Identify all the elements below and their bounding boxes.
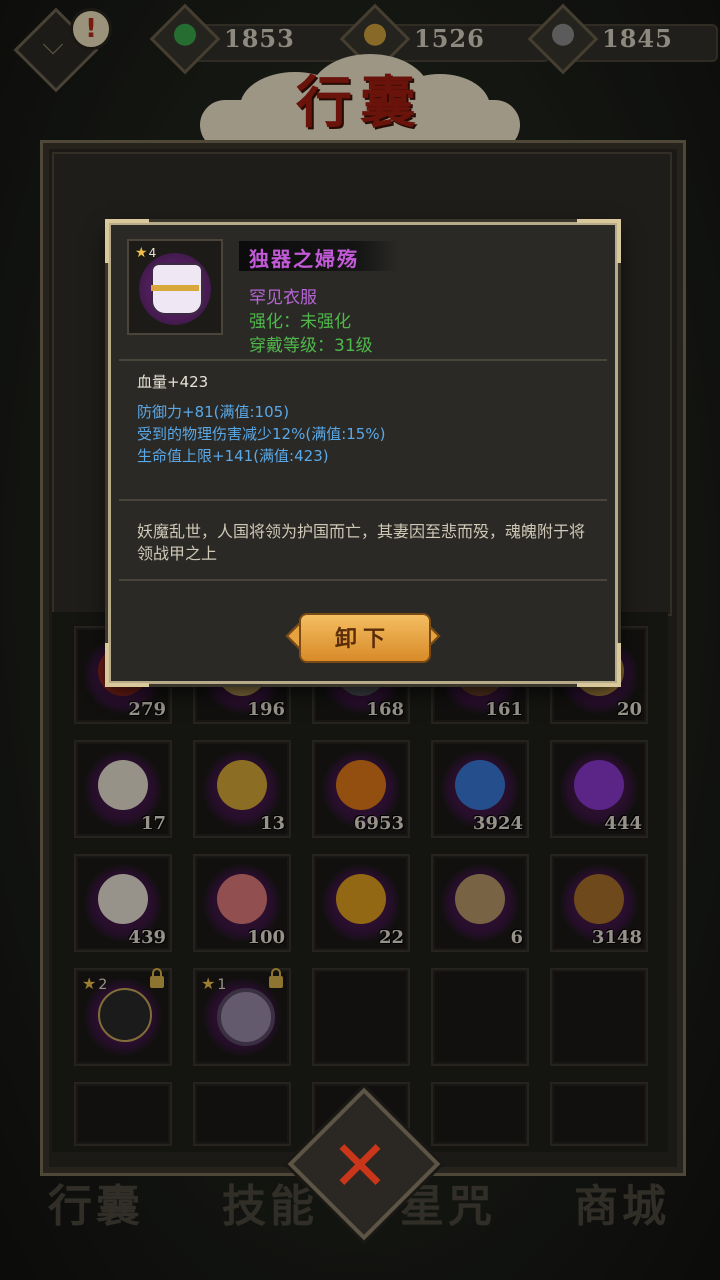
close-icon[interactable]: ✕ — [322, 1128, 398, 1204]
corner-ornament — [577, 643, 621, 687]
divider — [119, 359, 607, 361]
bonus-stat: 受到的物理伤害减少12%(满值:15%) — [137, 425, 386, 443]
item-name-banner: 独器之婦殇 — [239, 241, 399, 271]
item-name: 独器之婦殇 — [249, 247, 359, 271]
divider — [119, 579, 607, 581]
bonus-stat: 防御力+81(满值:105) — [137, 403, 290, 421]
corner-ornament — [105, 643, 149, 687]
item-description: 妖魔乱世，人国将领为护国而亡，其妻因至悲而殁，魂魄附于将领战甲之上 — [137, 522, 586, 563]
unequip-button[interactable]: 卸下 — [285, 611, 441, 663]
corner-ornament — [577, 219, 621, 263]
item-enhance: 强化：未强化 — [249, 312, 351, 332]
divider — [119, 499, 607, 501]
base-stat: 血量+423 — [137, 373, 209, 391]
unequip-label: 卸下 — [334, 626, 391, 652]
star-badge: ★4 — [135, 245, 157, 261]
item-detail-popup: ★4 独器之婦殇 罕见衣服 强化：未强化 穿戴等级：31级 血量+423 防御力… — [105, 219, 621, 687]
item-level-req: 穿戴等级：31级 — [249, 336, 373, 356]
item-rarity: 罕见衣服 — [249, 288, 317, 308]
item-portrait: ★4 — [127, 239, 223, 335]
bonus-stat: 生命值上限+141(满值:423) — [137, 447, 329, 465]
